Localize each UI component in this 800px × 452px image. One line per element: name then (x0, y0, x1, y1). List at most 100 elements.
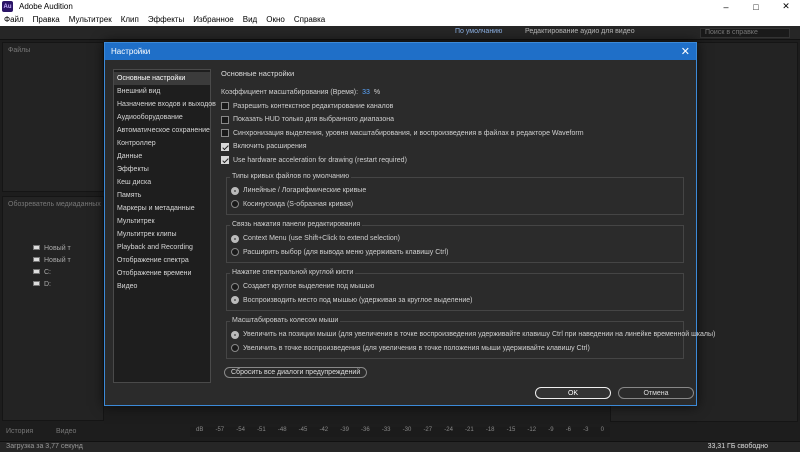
enable-extensions-checkbox[interactable] (221, 142, 229, 151)
radio-button[interactable] (231, 234, 239, 243)
spectral-brush-group: Нажатие спектральной круглой кисти Созда… (226, 269, 684, 311)
radio-button[interactable] (231, 296, 239, 305)
edit-panel-click-group: Связь нажатия панели редактирования Cont… (226, 221, 684, 263)
checkbox-row[interactable]: Синхронизация выделения, уровня масштаби… (221, 127, 691, 141)
menu-window[interactable]: Окно (266, 15, 285, 24)
category-disk-cache[interactable]: Кеш диска (114, 176, 210, 189)
category-appearance[interactable]: Внешний вид (114, 85, 210, 98)
tree-item[interactable]: Новый т (33, 257, 71, 264)
hud-checkbox[interactable] (221, 115, 229, 124)
drive-icon (33, 257, 40, 262)
dialog-close-icon[interactable]: ✕ (681, 45, 690, 58)
radio-button[interactable] (231, 344, 239, 353)
drive-icon (33, 269, 40, 274)
close-window-icon[interactable]: ✕ (772, 0, 800, 13)
dialog-title: Настройки (111, 47, 151, 56)
app-icon: Au (2, 1, 13, 12)
category-multitrack[interactable]: Мультитрек (114, 215, 210, 228)
channel-edit-checkbox[interactable] (221, 102, 229, 111)
fade-curve-group: Типы кривых файлов по умолчанию Линейные… (226, 173, 684, 215)
category-general[interactable]: Основные настройки (114, 72, 210, 85)
menu-file[interactable]: Файл (4, 15, 24, 24)
status-load-text: Загрузка за 3,77 секунд (6, 443, 83, 450)
category-video[interactable]: Видео (114, 280, 210, 293)
tree-item[interactable]: D: (33, 281, 51, 288)
group-title: Нажатие спектральной круглой кисти (230, 269, 356, 276)
radio-row[interactable]: Линейные / Логарифмические кривые (231, 184, 679, 198)
menu-effects[interactable]: Эффекты (148, 15, 184, 24)
radio-row[interactable]: Увеличить на позиции мыши (для увеличени… (231, 328, 715, 342)
menu-view[interactable]: Вид (243, 15, 257, 24)
history-tab[interactable]: История (6, 428, 33, 435)
zoom-factor-label: Коэффициент масштабирования (Время): (221, 89, 359, 97)
files-tab[interactable]: Файлы (8, 47, 30, 54)
sync-selection-checkbox[interactable] (221, 129, 229, 138)
radio-row[interactable]: Косинусоида (S-образная кривая) (231, 198, 679, 212)
reset-warnings-button[interactable]: Сбросить все диалоги предупреждений (224, 367, 368, 378)
menu-help[interactable]: Справка (294, 15, 325, 24)
section-title: Основные настройки (221, 69, 295, 78)
radio-button[interactable] (231, 330, 239, 339)
category-list: Основные настройки Внешний вид Назначени… (113, 69, 216, 383)
radio-row[interactable]: Расширить выбор (для вывода меню удержив… (231, 246, 679, 260)
category-data[interactable]: Данные (114, 150, 210, 163)
category-playback-recording[interactable]: Playback and Recording (114, 241, 210, 254)
files-panel: Файлы (2, 42, 104, 192)
media-browser-panel: Обозреватель медиаданных Новый т Новый т… (2, 196, 104, 421)
category-effects[interactable]: Эффекты (114, 163, 210, 176)
help-search-input[interactable]: Поиск в справке (700, 28, 790, 38)
radio-row[interactable]: Context Menu (use Shift+Click to extend … (231, 232, 679, 246)
category-time-display[interactable]: Отображение времени (114, 267, 210, 280)
cancel-button[interactable]: Отмена (618, 387, 694, 399)
menu-edit[interactable]: Правка (33, 15, 60, 24)
media-browser-tab[interactable]: Обозреватель медиаданных (8, 201, 101, 208)
category-memory[interactable]: Память (114, 189, 210, 202)
menu-bar: Файл Правка Мультитрек Клип Эффекты Избр… (0, 13, 800, 26)
category-control-surface[interactable]: Контроллер (114, 137, 210, 150)
menu-multitrack[interactable]: Мультитрек (69, 15, 112, 24)
settings-content: Основные настройки Коэффициент масштабир… (221, 69, 715, 378)
drive-icon (33, 245, 40, 250)
checkbox-row[interactable]: Включить расширения (221, 140, 691, 154)
radio-button[interactable] (231, 200, 239, 209)
window-titlebar: Au Adobe Audition – □ ✕ (0, 0, 800, 13)
category-markers-metadata[interactable]: Маркеры и метаданные (114, 202, 210, 215)
tree-item[interactable]: Новый т (33, 245, 71, 252)
window-title: Adobe Audition (19, 2, 73, 11)
checkbox-row[interactable]: Use hardware acceleration for drawing (r… (221, 154, 691, 168)
radio-row[interactable]: Увеличить в точке воспроизведения (для у… (231, 342, 679, 356)
zoom-factor-unit: % (373, 89, 381, 97)
category-spectral-display[interactable]: Отображение спектра (114, 254, 210, 267)
category-io-mapping[interactable]: Назначение входов и выходов (114, 98, 216, 111)
mouse-wheel-zoom-group: Масштабировать колесом мыши Увеличить на… (226, 317, 715, 359)
zoom-factor-value[interactable]: 33 (362, 89, 370, 96)
dialog-titlebar: Настройки (105, 43, 696, 60)
radio-row[interactable]: Создает круглое выделение под мышью (231, 280, 679, 294)
minimize-icon[interactable]: – (712, 0, 740, 13)
group-title: Типы кривых файлов по умолчанию (230, 173, 352, 180)
radio-button[interactable] (231, 282, 239, 291)
menu-favorites[interactable]: Избранное (193, 15, 234, 24)
maximize-icon[interactable]: □ (742, 0, 770, 13)
app-toolbar (0, 26, 800, 40)
checkbox-row[interactable]: Разрешить контекстное редактирование кан… (221, 100, 691, 114)
drive-icon (33, 281, 40, 286)
video-tab[interactable]: Видео (56, 428, 76, 435)
group-title: Масштабировать колесом мыши (230, 317, 341, 324)
menu-clip[interactable]: Клип (121, 15, 139, 24)
status-free-space: 33,31 ГБ свободно (707, 443, 768, 450)
level-meter-ruler: dB -57 -54 -51 -48 -45 -42 -39 -36 -33 -30 -27 -24 -2… (190, 427, 610, 437)
category-autosave[interactable]: Автоматическое сохранение (114, 124, 210, 137)
radio-button[interactable] (231, 248, 239, 257)
ok-button[interactable]: OK (535, 387, 611, 399)
workspace-default[interactable]: По умолчанию (455, 28, 502, 35)
tree-item[interactable]: C: (33, 269, 51, 276)
checkbox-row[interactable]: Показать HUD только для выбранного диапа… (221, 113, 691, 127)
workspace-edit-audio[interactable]: Редактирование аудио для видео (525, 28, 635, 35)
radio-row[interactable]: Воспроизводить место под мышью (удержива… (231, 294, 679, 308)
category-multitrack-clips[interactable]: Мультитрек клипы (114, 228, 210, 241)
category-audio-hardware[interactable]: Аудиооборудование (114, 111, 210, 124)
status-bar: Загрузка за 3,77 секунд 33,31 ГБ свободн… (0, 441, 800, 452)
hardware-acceleration-checkbox[interactable] (221, 156, 229, 165)
radio-button[interactable] (231, 186, 239, 195)
